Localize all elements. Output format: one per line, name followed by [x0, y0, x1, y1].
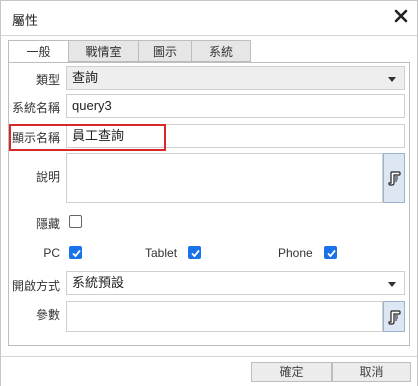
open-mode-select[interactable]: 系統預設: [66, 271, 405, 295]
script-edit-icon: [388, 310, 401, 325]
cancel-button[interactable]: 取消: [332, 362, 411, 382]
params-label: 參數: [35, 308, 60, 322]
params-edit-button[interactable]: [383, 301, 405, 332]
type-label: 類型: [35, 73, 60, 87]
tab-war-room[interactable]: 戰情室: [68, 40, 139, 62]
display-name-label: 顯示名稱: [11, 131, 60, 145]
phone-label: Phone: [278, 246, 313, 260]
display-name-field[interactable]: 員工查詢: [66, 124, 405, 148]
params-textarea[interactable]: [66, 301, 383, 332]
dialog-title: 屬性: [12, 13, 39, 28]
tab-system[interactable]: 系統: [191, 40, 251, 62]
ok-button[interactable]: 確定: [251, 362, 332, 382]
open-mode-value: 系統預設: [72, 275, 125, 290]
system-name-label: 系統名稱: [11, 101, 60, 115]
tablet-checkbox[interactable]: [188, 246, 201, 259]
tab-icon[interactable]: 圖示: [138, 40, 192, 62]
check-icon: [327, 249, 336, 258]
phone-checkbox[interactable]: [324, 246, 337, 259]
check-icon: [72, 249, 81, 258]
chevron-down-icon: [388, 77, 396, 82]
tablet-label: Tablet: [145, 246, 178, 260]
type-select[interactable]: 查詢: [66, 66, 405, 90]
open-mode-label: 開啟方式: [11, 279, 60, 293]
script-edit-icon: [388, 171, 401, 186]
dialog-footer: 確定 取消: [1, 356, 417, 386]
display-name-value: 員工查詢: [72, 128, 125, 143]
system-name-field[interactable]: query3: [66, 94, 405, 118]
hidden-label: 隱藏: [35, 217, 60, 231]
description-label: 說明: [35, 170, 60, 184]
properties-dialog: 屬性 一般 戰情室 圖示 系統 類型 查詢 系統名稱 query3 顯示名稱 員…: [0, 0, 418, 386]
chevron-down-icon: [388, 282, 396, 287]
tab-general[interactable]: 一般: [8, 40, 69, 63]
description-edit-button[interactable]: [383, 153, 405, 203]
system-name-value: query3: [72, 98, 112, 113]
pc-checkbox[interactable]: [69, 246, 82, 259]
close-icon[interactable]: [394, 9, 408, 23]
title-bar: 屬性: [1, 1, 417, 36]
type-value: 查詢: [72, 70, 99, 85]
hidden-checkbox[interactable]: [69, 215, 82, 228]
check-icon: [191, 249, 200, 258]
pc-label: PC: [43, 246, 60, 260]
description-textarea[interactable]: [66, 153, 383, 203]
